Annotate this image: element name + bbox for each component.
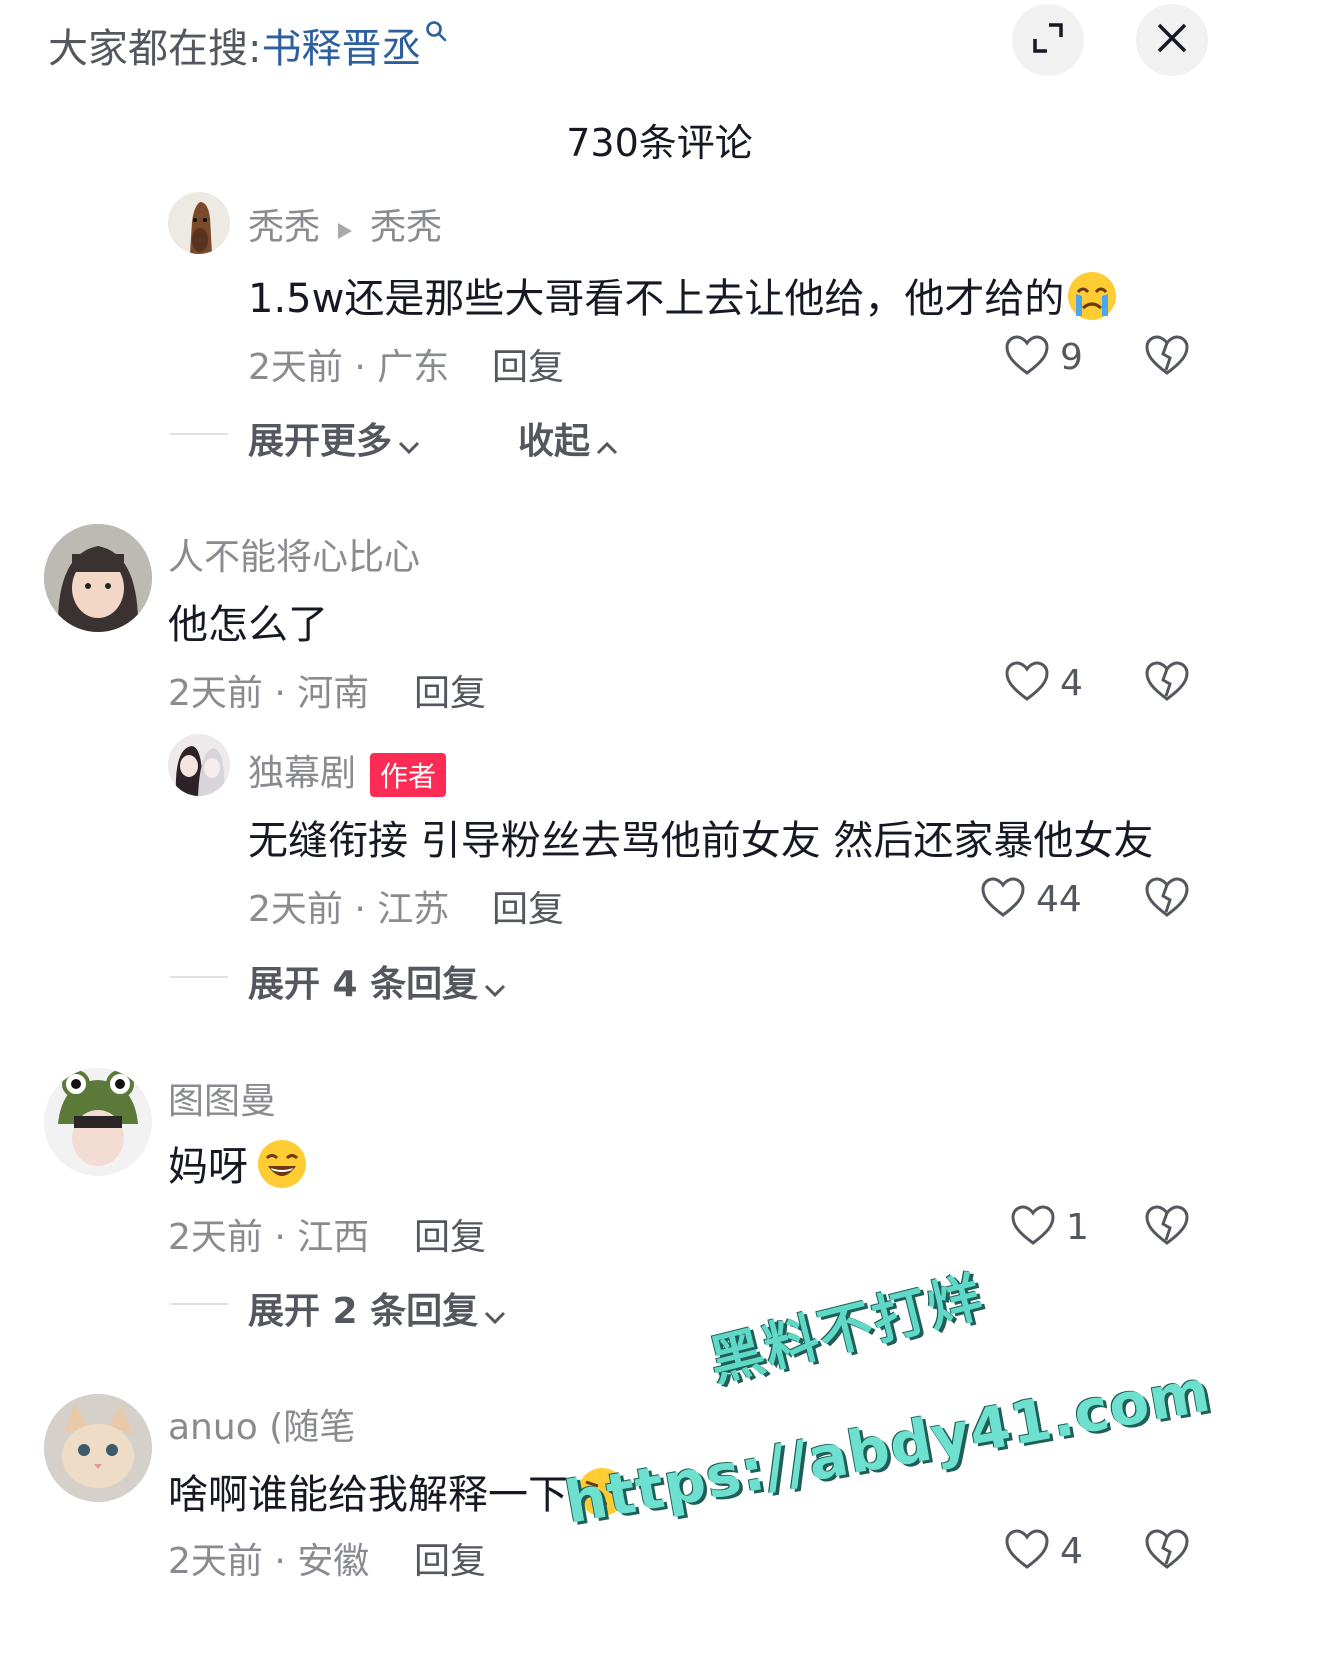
author-badge: 作者 — [370, 753, 447, 797]
comment-text: 无缝衔接 引导粉丝去骂他前女友 然后还家暴他女友 — [248, 818, 1154, 864]
like-count: 1 — [1066, 1206, 1089, 1248]
comment-username[interactable]: anuo (随笔 — [168, 1398, 355, 1450]
like-button[interactable]: 9 — [1004, 334, 1083, 380]
dislike-button[interactable] — [1144, 1204, 1190, 1250]
heart-icon — [1004, 660, 1050, 706]
comment-text-content: 啥啊谁能给我解释一下 — [168, 1472, 568, 1518]
chevron-down-icon — [484, 966, 506, 1007]
expand-more-button[interactable]: 展开更多 — [248, 412, 420, 464]
expand-replies-label: 展开 4 条回复 — [248, 964, 479, 1005]
comment-text: 妈呀 — [168, 1134, 310, 1200]
broken-heart-icon — [1144, 661, 1190, 706]
like-count: 9 — [1060, 336, 1083, 378]
avatar[interactable] — [168, 734, 230, 796]
collapse-label: 收起 — [518, 421, 591, 462]
username-text: 独幕剧 — [248, 753, 357, 794]
anime-avatar-icon — [168, 734, 230, 796]
broken-heart-icon — [1144, 1205, 1190, 1250]
comment-time-location: 2天前 · 江西 — [168, 1217, 370, 1258]
comment-text-content: 1.5w还是那些大哥看不上去让他给，他才给的 — [248, 276, 1065, 322]
avatar[interactable] — [44, 1068, 152, 1176]
like-count: 44 — [1036, 878, 1082, 920]
expand-button[interactable] — [1012, 4, 1084, 76]
divider — [170, 433, 228, 435]
expand-replies-button[interactable]: 展开 2 条回复 — [248, 1282, 506, 1334]
dislike-button[interactable] — [1144, 334, 1190, 380]
like-button[interactable]: 1 — [1010, 1204, 1089, 1250]
reply-button[interactable]: 回复 — [492, 338, 564, 390]
comment-username[interactable]: 独幕剧 作者 — [248, 744, 447, 797]
grinning-emoji-icon — [254, 1138, 310, 1200]
heart-icon — [1004, 334, 1050, 380]
comment-time-location: 2天前 · 河南 — [168, 673, 370, 714]
heart-icon — [1010, 1204, 1056, 1250]
crying-emoji-icon — [1064, 270, 1120, 332]
search-suggestion-term[interactable]: 书释晋丞 — [261, 26, 421, 72]
dislike-button[interactable] — [1144, 1528, 1190, 1574]
comment-time-location: 2天前 · 江苏 — [248, 889, 450, 930]
chevron-down-icon — [398, 423, 420, 464]
like-button[interactable]: 4 — [1004, 1528, 1083, 1574]
comment-time-location: 2天前 · 安徽 — [168, 1541, 370, 1582]
username-text: 秃秃 — [248, 207, 321, 248]
horse-avatar-icon — [168, 192, 230, 254]
broken-heart-icon — [1144, 877, 1190, 922]
frog-hat-avatar-icon — [44, 1068, 152, 1176]
avatar[interactable] — [44, 1394, 152, 1502]
girl-avatar-icon — [44, 524, 152, 632]
like-button[interactable]: 44 — [980, 876, 1082, 922]
divider — [170, 976, 228, 978]
reply-to-username: 秃秃 — [370, 207, 443, 248]
heart-icon — [980, 876, 1026, 922]
close-icon — [1155, 21, 1189, 59]
chevron-down-icon — [484, 1293, 506, 1334]
chevron-up-icon — [596, 423, 618, 464]
like-count: 4 — [1060, 1530, 1083, 1572]
like-button[interactable]: 4 — [1004, 660, 1083, 706]
broken-heart-icon — [1144, 335, 1190, 380]
close-button[interactable] — [1136, 4, 1208, 76]
avatar[interactable] — [44, 524, 152, 632]
expand-icon — [1031, 21, 1065, 59]
comment-time-location: 2天前 · 广东 — [248, 347, 450, 388]
expand-replies-button[interactable]: 展开 4 条回复 — [248, 955, 506, 1007]
comment-text-content: 妈呀 — [168, 1144, 248, 1190]
comment-text: 1.5w还是那些大哥看不上去让他给，他才给的 — [248, 266, 1120, 332]
search-suggestion-label: 大家都在搜: — [48, 26, 262, 72]
comment-text: 他怎么了 — [168, 602, 328, 648]
comment-count-title: 730条评论 — [566, 121, 753, 165]
heart-icon — [1004, 1528, 1050, 1574]
watermark-title: 黑料不打烊 — [703, 1264, 991, 1394]
like-count: 4 — [1060, 662, 1083, 704]
expand-replies-label: 展开 2 条回复 — [248, 1291, 479, 1332]
reply-button[interactable]: 回复 — [414, 1532, 486, 1584]
search-suggestion-bar[interactable]: 大家都在搜:书释晋丞 — [48, 16, 447, 74]
reply-button[interactable]: 回复 — [414, 664, 486, 716]
reply-button[interactable]: 回复 — [492, 880, 564, 932]
reply-arrow-icon — [336, 209, 354, 250]
avatar[interactable] — [168, 192, 230, 254]
watermark-url: https://abdy41.com — [560, 1356, 1216, 1537]
comment-username[interactable]: 人不能将心比心 — [168, 528, 420, 580]
dislike-button[interactable] — [1144, 660, 1190, 706]
divider — [170, 1303, 228, 1305]
reply-button[interactable]: 回复 — [414, 1208, 486, 1260]
dislike-button[interactable] — [1144, 876, 1190, 922]
comment-username[interactable]: 图图曼 — [168, 1072, 276, 1124]
search-icon — [425, 6, 447, 52]
broken-heart-icon — [1144, 1529, 1190, 1574]
expand-more-label: 展开更多 — [248, 421, 393, 462]
comment-username[interactable]: 秃秃 秃秃 — [248, 198, 442, 250]
collapse-button[interactable]: 收起 — [518, 412, 618, 464]
kitten-avatar-icon — [44, 1394, 152, 1502]
